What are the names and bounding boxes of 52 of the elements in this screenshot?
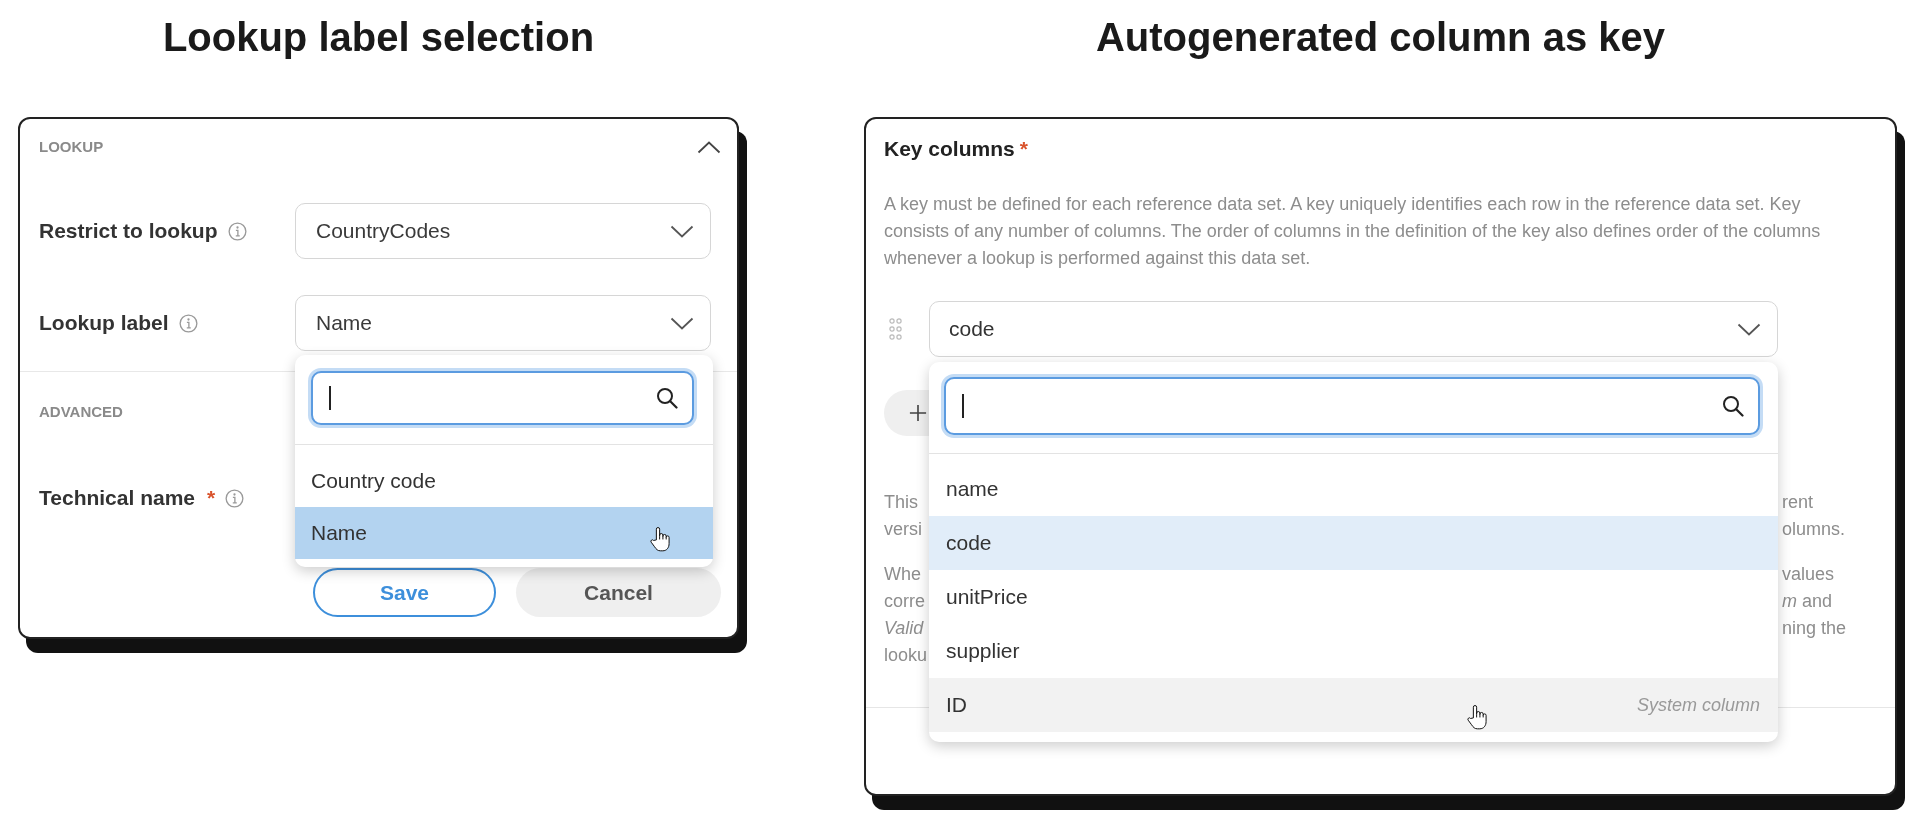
paragraph-text: olumns. (1782, 518, 1846, 541)
chevron-down-icon (670, 224, 694, 238)
search-field[interactable] (311, 371, 694, 425)
required-mark: * (1019, 136, 1028, 162)
info-icon[interactable] (178, 313, 198, 333)
heading: Autogenerated column as key (1094, 14, 1666, 61)
description-text: A key must be defined for each reference data set. A key uniquely identifies each row in the reference data set. Key consists of any number of columns. The order of columns in the definition of the key also defines order of the columns whenever a lookup is performed against this data set. (884, 193, 1822, 270)
hand-cursor-icon (650, 526, 670, 552)
paragraph-text: corre (884, 591, 925, 611)
dropdown-option[interactable]: supplier (929, 624, 1778, 678)
dropdown-option[interactable]: ID System column (929, 678, 1778, 732)
paragraph-text: Whe (884, 564, 921, 584)
dropdown-option[interactable]: name (929, 462, 1778, 516)
section-title: ADVANCED (39, 402, 123, 422)
dropdown-option[interactable]: Name (295, 507, 713, 559)
section-title: LOOKUP (39, 137, 104, 157)
paragraph-text: ning the (1782, 617, 1847, 640)
option-note: System column (1636, 693, 1760, 717)
text-cursor (329, 386, 331, 410)
paragraph-text: values (1782, 563, 1835, 586)
paragraph-text: rent (1782, 491, 1814, 514)
info-icon[interactable] (227, 221, 247, 241)
paragraph-text: m and (1782, 590, 1833, 613)
chevron-down-icon (670, 316, 694, 330)
select-field[interactable]: CountryCodes (295, 203, 711, 259)
search-icon (656, 387, 678, 409)
paragraph-text: looku (884, 645, 928, 665)
info-icon[interactable] (225, 488, 245, 508)
add-button[interactable] (884, 390, 932, 436)
select-field[interactable]: Name (295, 295, 711, 351)
text-cursor (962, 394, 964, 418)
search-icon (1722, 395, 1744, 417)
search-field[interactable] (944, 377, 1760, 435)
select-field[interactable]: code (929, 301, 1778, 357)
paragraph-text: This (884, 492, 918, 512)
chevron-down-icon (1737, 322, 1761, 336)
paragraph-text: Valid (884, 618, 924, 638)
cancel-button[interactable]: Cancel (516, 568, 721, 617)
paragraph-text: versi (884, 519, 922, 539)
section-title: Key columns (884, 136, 1015, 162)
dropdown-option[interactable]: code (929, 516, 1778, 570)
chevron-up-icon[interactable] (697, 140, 721, 154)
heading: Lookup label selection (161, 14, 596, 61)
plus-icon (909, 404, 927, 422)
required-mark: * (207, 485, 216, 512)
drag-handle-icon[interactable] (889, 318, 902, 340)
dropdown-option[interactable]: Country code (295, 455, 713, 507)
field-label: Technical name (39, 485, 195, 512)
field-label: Lookup label (39, 310, 169, 337)
hand-cursor-icon (1466, 704, 1487, 730)
field-label: Restrict to lookup (39, 218, 218, 245)
dropdown-option[interactable]: unitPrice (929, 570, 1778, 624)
